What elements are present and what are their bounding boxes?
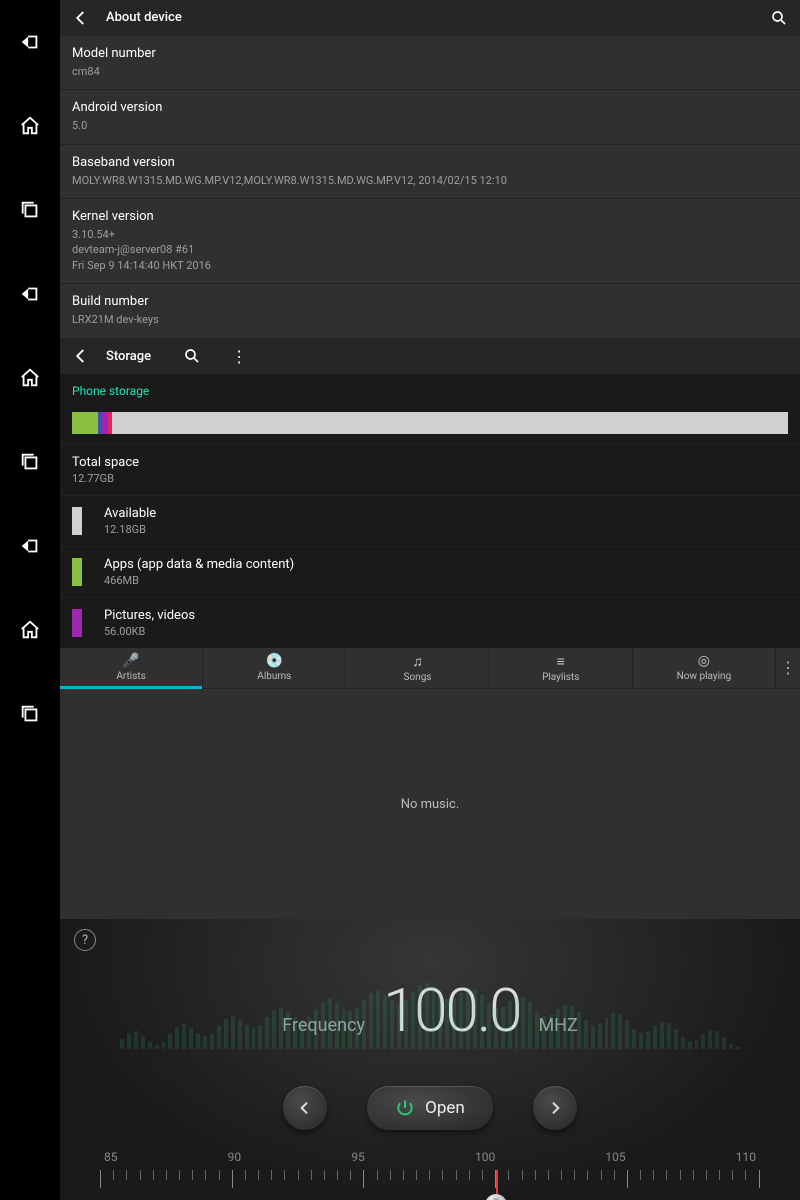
info-label: Kernel version [72,209,788,224]
about-row[interactable]: Android version 5.0 [60,90,800,144]
storage-total-row[interactable]: Total space 12.77GB [60,444,800,495]
storage-subtitle: Phone storage [60,374,800,408]
storage-item-row[interactable]: Available 12.18GB [60,495,800,546]
back-nav-icon[interactable] [18,534,42,558]
tab-label: Artists [116,671,145,682]
info-value: cm84 [72,64,788,79]
storage-item-value: 12.18GB [104,523,156,536]
overflow-icon[interactable]: ⋮ [231,347,247,366]
tab-playlists[interactable]: ≡ Playlists [490,648,633,688]
storage-item-label: Available [104,506,156,521]
info-label: Model number [72,46,788,61]
home-nav-icon[interactable] [18,618,42,642]
tab-label: Albums [257,671,291,682]
back-nav-icon[interactable] [18,282,42,306]
storage-item-label: Apps (app data & media content) [104,557,294,572]
storage-item-value: 466MB [104,574,294,587]
scale-number: 110 [736,1150,756,1164]
info-value: MOLY.WR8.W1315.MD.WG.MP.V12,MOLY.WR8.W13… [72,173,788,188]
storage-swatch [72,609,82,637]
songs-icon: ♫ [412,653,423,670]
home-nav-icon[interactable] [18,114,42,138]
info-value: 3.10.54+ devteam-j@server08 #61 Fri Sep … [72,227,788,273]
back-icon[interactable] [72,9,90,27]
info-label: Android version [72,100,788,115]
albums-icon: 💿 [266,653,283,669]
info-value: LRX21M dev-keys [72,312,788,327]
total-space-value: 12.77GB [72,472,139,485]
storage-bar-segment [72,412,98,433]
radio-controls: Open [60,1086,800,1130]
storage-bar-segment [112,412,788,433]
search-icon[interactable] [183,347,201,365]
music-tabs: 🎤 Artists 💿 Albums ♫ Songs ≡ Playlists ◎ Now play… [60,648,800,689]
scale-number: 85 [104,1150,118,1164]
storage-swatch [72,558,82,586]
home-nav-icon[interactable] [18,366,42,390]
info-value: 5.0 [72,118,788,133]
scale-number: 95 [351,1150,365,1164]
tab-label: Songs [404,672,432,683]
prev-button[interactable] [283,1086,327,1130]
tab-label: Playlists [542,672,579,683]
storage-swatch [72,507,82,535]
search-icon[interactable] [770,9,788,27]
tab-albums[interactable]: 💿 Albums [203,648,346,688]
tab-artists[interactable]: 🎤 Artists [60,648,203,688]
frequency-unit: MHZ [538,1015,577,1036]
storage-bar-chart[interactable] [72,412,788,433]
storage-item-row[interactable]: Pictures, videos 56.00KB [60,597,800,648]
about-row[interactable]: Kernel version 3.10.54+ devteam-j@server0… [60,199,800,284]
frequency-scale[interactable]: 85 90 95 100 105 110 [100,1150,760,1200]
storage-item-label: Pictures, videos [104,608,195,623]
now playing-icon: ◎ [698,653,710,669]
storage-title: Storage [106,349,151,364]
recent-nav-icon[interactable] [18,198,42,222]
main-content: About device Model number cm84 Android ver… [60,0,800,1200]
frequency-value: 100.0 [383,975,520,1046]
storage-item-value: 56.00KB [104,625,195,638]
back-nav-icon[interactable] [18,30,42,54]
power-icon [395,1098,415,1118]
artists-icon: 🎤 [122,653,139,669]
radio-panel: ? Frequency 100.0 MHZ Open 85 90 95 100 105 1… [60,919,800,1200]
scale-number: 90 [228,1150,242,1164]
about-row[interactable]: Model number cm84 [60,36,800,90]
system-nav-bar [0,0,60,1200]
storage-header: Storage ⋮ [60,339,800,375]
about-row[interactable]: Baseband version MOLY.WR8.W1315.MD.WG.MP.… [60,145,800,199]
music-empty-state: No music. [60,689,800,919]
tab-label: Now playing [677,671,732,682]
total-space-label: Total space [72,455,139,470]
frequency-display: Frequency 100.0 MHZ [60,975,800,1046]
tuner-knob[interactable] [485,1194,507,1200]
help-icon[interactable]: ? [74,929,96,951]
tab-songs[interactable]: ♫ Songs [346,648,489,688]
about-row[interactable]: Build number LRX21M dev-keys [60,284,800,338]
frequency-label: Frequency [282,1015,365,1036]
open-label: Open [425,1098,465,1118]
info-label: Build number [72,294,788,309]
about-header: About device [60,0,800,36]
recent-nav-icon[interactable] [18,450,42,474]
info-label: Baseband version [72,155,788,170]
recent-nav-icon[interactable] [18,702,42,726]
overflow-icon[interactable]: ⋮ [776,648,800,688]
back-icon[interactable] [72,347,90,365]
next-button[interactable] [533,1086,577,1130]
open-button[interactable]: Open [367,1086,493,1130]
about-title: About device [106,10,182,25]
scale-number: 105 [605,1150,625,1164]
scale-number: 100 [475,1150,495,1164]
tab-now-playing[interactable]: ◎ Now playing [633,648,776,688]
storage-item-row[interactable]: Apps (app data & media content) 466MB [60,546,800,597]
playlists-icon: ≡ [557,653,565,670]
